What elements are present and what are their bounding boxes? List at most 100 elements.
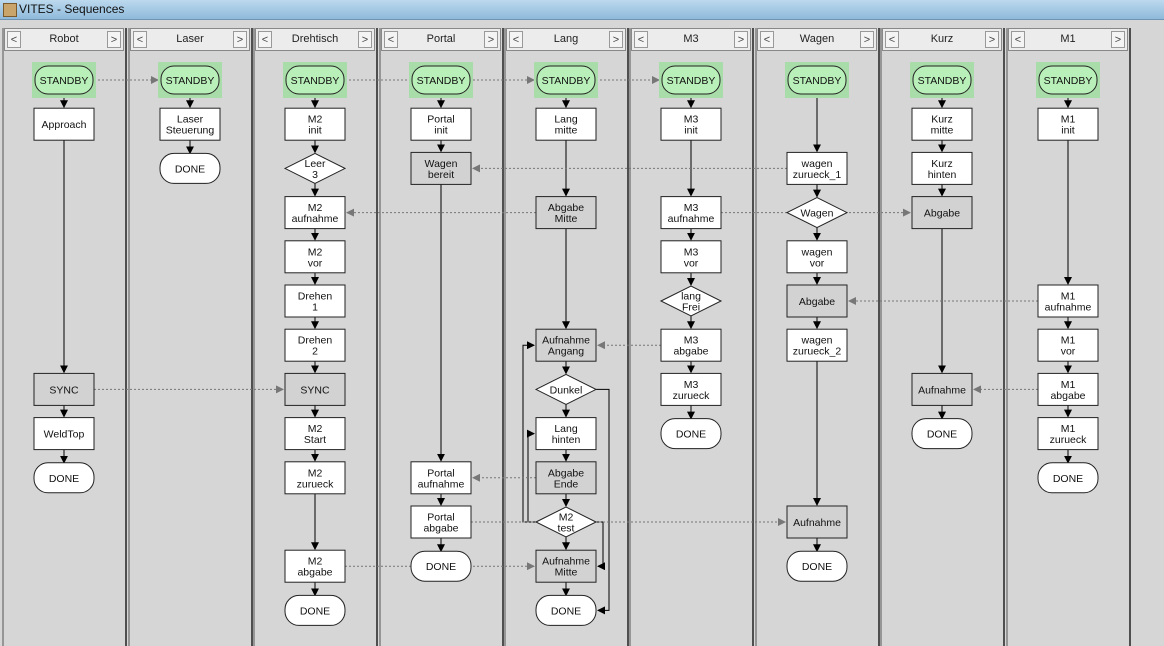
node-m3-vor[interactable]: M3 vor	[660, 240, 722, 274]
node-aufnahme[interactable]: Aufnahme	[911, 372, 973, 406]
node-label: Aufnahme Angang	[542, 335, 590, 358]
node-abgabe[interactable]: Abgabe	[911, 196, 973, 230]
node-standby[interactable]: STANDBY	[910, 62, 974, 98]
node-sync[interactable]: SYNC	[33, 372, 95, 406]
node-standby[interactable]: STANDBY	[32, 62, 96, 98]
node-m3-aufnahme[interactable]: M3 aufnahme	[660, 196, 722, 230]
node-m1-init[interactable]: M1 init	[1037, 107, 1099, 141]
node-standby[interactable]: STANDBY	[785, 62, 849, 98]
node-wagen-bereit[interactable]: Wagen bereit	[410, 151, 472, 185]
node-drehen-1[interactable]: Drehen 1	[284, 284, 346, 318]
node-label-line: 1	[312, 302, 318, 314]
window-title: VITES - Sequences	[19, 2, 125, 16]
node-m3-init[interactable]: M3 init	[660, 107, 722, 141]
node-label-line: DONE	[676, 429, 706, 441]
node-approach[interactable]: Approach	[33, 107, 95, 141]
node-done[interactable]: DONE	[535, 594, 597, 626]
node-m3-abgabe[interactable]: M3 abgabe	[660, 328, 722, 362]
node-leer-3[interactable]: Leer 3	[283, 152, 347, 184]
node-kurz-hinten[interactable]: Kurz hinten	[911, 151, 973, 185]
node-abgabe[interactable]: Abgabe	[786, 284, 848, 318]
node-label-line: vor	[810, 257, 825, 269]
node-label-line: vor	[684, 257, 699, 269]
node-m2-aufnahme[interactable]: M2 aufnahme	[284, 196, 346, 230]
node-label: lang Frei	[681, 291, 701, 314]
node-label-line: vor	[308, 257, 323, 269]
node-standby[interactable]: STANDBY	[1036, 62, 1100, 98]
node-label: Portal abgabe	[423, 512, 458, 535]
node-standby[interactable]: STANDBY	[659, 62, 723, 98]
node-standby[interactable]: STANDBY	[534, 62, 598, 98]
node-m2-test[interactable]: M2 test	[534, 506, 598, 538]
node-label: STANDBY	[542, 75, 591, 87]
node-m3-zurueck[interactable]: M3 zurueck	[660, 372, 722, 406]
node-portal-abgabe[interactable]: Portal abgabe	[410, 505, 472, 539]
node-label: DONE	[551, 605, 581, 617]
node-done[interactable]: DONE	[284, 594, 346, 626]
node-m2-vor[interactable]: M2 vor	[284, 240, 346, 274]
node-standby[interactable]: STANDBY	[283, 62, 347, 98]
node-portal-init[interactable]: Portal init	[410, 107, 472, 141]
node-label-line: Dunkel	[550, 384, 583, 396]
node-label-line: DONE	[802, 561, 832, 573]
node-wagen-zurueck_2[interactable]: wagen zurueck_2	[786, 328, 848, 362]
node-label-line: DONE	[927, 429, 957, 441]
node-wagen-zurueck_1[interactable]: wagen zurueck_1	[786, 151, 848, 185]
node-laser-steuerung[interactable]: Laser Steuerung	[159, 107, 221, 141]
node-wagen[interactable]: Wagen	[785, 197, 849, 229]
node-m2-zurueck[interactable]: M2 zurueck	[284, 461, 346, 495]
node-label-line: Mitte	[555, 213, 578, 225]
node-dunkel[interactable]: Dunkel	[534, 373, 598, 405]
node-label-line: Start	[304, 434, 326, 446]
node-lang-hinten[interactable]: Lang hinten	[535, 417, 597, 451]
node-m2-start[interactable]: M2 Start	[284, 417, 346, 451]
node-label: Aufnahme	[793, 517, 841, 529]
node-abgabe-ende[interactable]: Abgabe Ende	[535, 461, 597, 495]
node-abgabe-mitte[interactable]: Abgabe Mitte	[535, 196, 597, 230]
node-label-line: zurueck	[673, 390, 711, 402]
node-m2-abgabe[interactable]: M2 abgabe	[284, 549, 346, 583]
node-done[interactable]: DONE	[159, 152, 221, 184]
node-lang-mitte[interactable]: Lang mitte	[535, 107, 597, 141]
node-done[interactable]: DONE	[786, 550, 848, 582]
node-kurz-mitte[interactable]: Kurz mitte	[911, 107, 973, 141]
node-label: DONE	[49, 473, 79, 485]
node-m2-init[interactable]: M2 init	[284, 107, 346, 141]
node-done[interactable]: DONE	[33, 462, 95, 494]
node-label: Lang hinten	[552, 423, 581, 446]
node-label-line: DONE	[300, 605, 330, 617]
node-drehen-2[interactable]: Drehen 2	[284, 328, 346, 362]
node-m1-zurueck[interactable]: M1 zurueck	[1037, 417, 1099, 451]
node-m1-aufnahme[interactable]: M1 aufnahme	[1037, 284, 1099, 318]
node-label: Aufnahme	[918, 384, 966, 396]
node-label: DONE	[300, 605, 330, 617]
node-aufnahme[interactable]: Aufnahme	[786, 505, 848, 539]
node-label-line: Angang	[548, 346, 584, 358]
node-label-line: Frei	[682, 302, 700, 314]
node-label-line: Steuerung	[166, 125, 215, 137]
node-standby[interactable]: STANDBY	[409, 62, 473, 98]
node-aufnahme-mitte[interactable]: Aufnahme Mitte	[535, 549, 597, 583]
node-label: M3 init	[684, 114, 699, 137]
node-label-line: abgabe	[297, 567, 332, 579]
node-sync[interactable]: SYNC	[284, 372, 346, 406]
node-label-line: STANDBY	[166, 75, 215, 87]
node-standby[interactable]: STANDBY	[158, 62, 222, 98]
node-label: Kurz hinten	[928, 158, 957, 181]
node-done[interactable]: DONE	[911, 418, 973, 450]
node-label-line: zurueck	[297, 478, 335, 490]
node-label-line: WeldTop	[44, 429, 85, 441]
node-label-line: abgabe	[423, 523, 458, 535]
node-done[interactable]: DONE	[410, 550, 472, 582]
node-lang-frei[interactable]: lang Frei	[659, 285, 723, 317]
node-wagen-vor[interactable]: wagen vor	[786, 240, 848, 274]
node-aufnahme-angang[interactable]: Aufnahme Angang	[535, 328, 597, 362]
node-done[interactable]: DONE	[660, 418, 722, 450]
node-m1-vor[interactable]: M1 vor	[1037, 328, 1099, 362]
node-weldtop[interactable]: WeldTop	[33, 417, 95, 451]
node-m1-abgabe[interactable]: M1 abgabe	[1037, 372, 1099, 406]
node-portal-aufnahme[interactable]: Portal aufnahme	[410, 461, 472, 495]
node-label-line: hinten	[552, 434, 581, 446]
node-done[interactable]: DONE	[1037, 462, 1099, 494]
node-label-line: hinten	[928, 169, 957, 181]
